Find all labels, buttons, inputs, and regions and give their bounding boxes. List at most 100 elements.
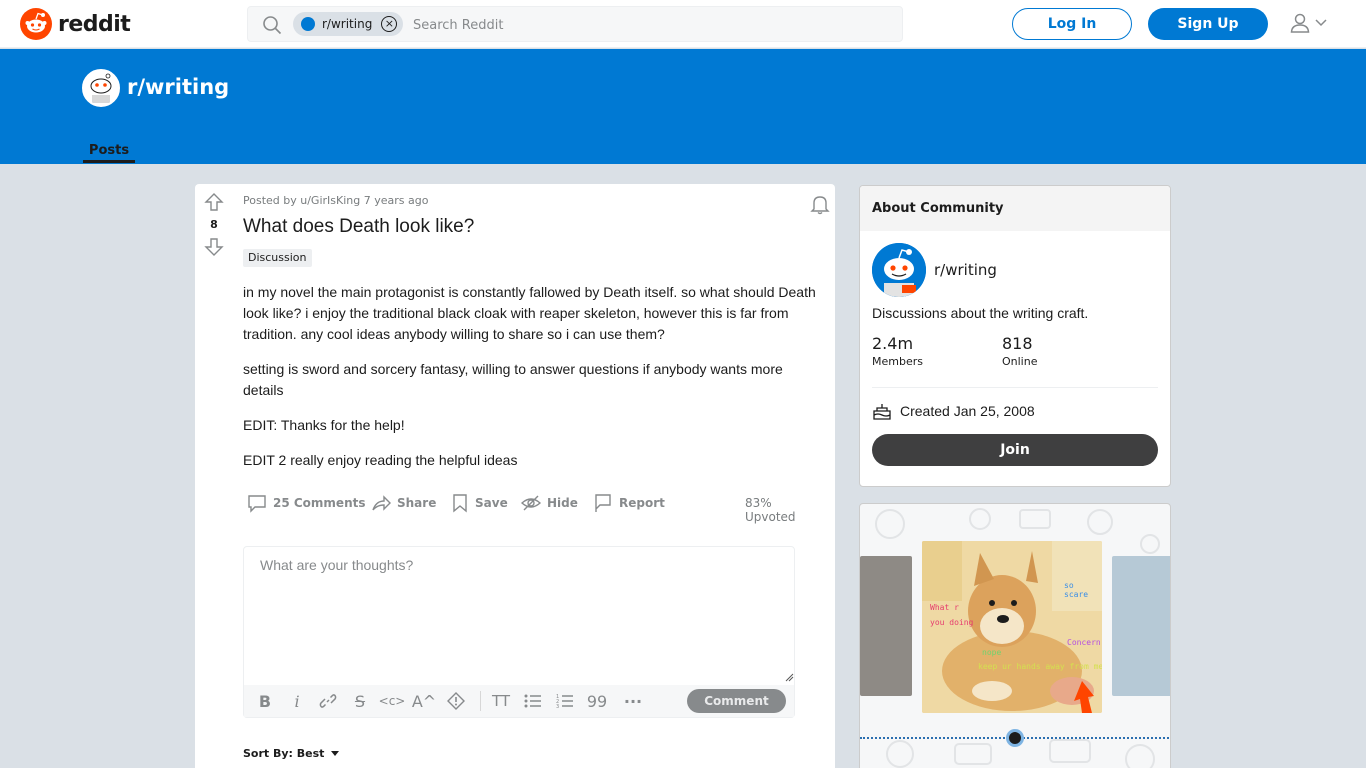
post-paragraph: in my novel the main protagonist is cons…	[243, 284, 816, 342]
post-actions: 25 Comments Share Save Hide Report 83% U…	[243, 490, 823, 524]
comment-textarea[interactable]	[244, 547, 794, 683]
meme-caption: you doing	[930, 618, 974, 627]
members-stat: 2.4m Members	[872, 334, 923, 368]
comment-icon	[247, 493, 267, 513]
community-name[interactable]: r/writing	[934, 261, 997, 279]
chevron-down-icon	[1315, 19, 1327, 27]
bookmark-icon	[451, 493, 469, 513]
reddit-logo[interactable]: reddit	[20, 8, 131, 40]
post-paragraph: EDIT 2 really enjoy reading the helpful …	[243, 452, 518, 468]
spoiler-icon[interactable]	[445, 690, 467, 712]
comments-label: 25 Comments	[273, 496, 366, 510]
strikethrough-icon[interactable]: S	[349, 690, 371, 712]
carousel-image-doge[interactable]: so scare What r you doing nope Concern k…	[922, 541, 1102, 713]
community-description: Discussions about the writing craft.	[872, 305, 1089, 321]
subreddit-chip-avatar	[301, 17, 315, 31]
online-stat: 818 Online	[1002, 334, 1037, 368]
user-menu-dropdown[interactable]	[1289, 12, 1327, 34]
svg-text:3: 3	[556, 704, 559, 709]
vote-count: 8	[210, 218, 218, 231]
inline-code-icon[interactable]: <c>	[379, 690, 406, 712]
post-flair[interactable]: Discussion	[243, 249, 312, 267]
search-icon	[262, 15, 282, 35]
carousel-image-left[interactable]	[860, 556, 912, 696]
superscript-icon[interactable]: A^	[412, 690, 436, 712]
upvote-ratio: 83% Upvoted	[745, 496, 796, 524]
about-heading: About Community	[860, 186, 1170, 231]
hide-button[interactable]: Hide	[521, 490, 578, 516]
bell-icon[interactable]	[809, 193, 831, 215]
signup-button[interactable]: Sign Up	[1148, 8, 1268, 40]
sort-dropdown[interactable]: Sort By: Best	[243, 747, 340, 760]
subreddit-avatar	[82, 69, 120, 107]
subreddit-banner: r/writing	[0, 49, 1366, 164]
search-bar[interactable]: r/writing ×	[247, 6, 903, 42]
hide-label: Hide	[547, 496, 578, 510]
meme-caption: What r	[930, 603, 959, 612]
snoo-icon	[20, 8, 52, 40]
post-card: 8 Posted by u/GirIsKing 7 years ago What…	[195, 184, 835, 768]
downvote-icon[interactable]	[204, 237, 224, 257]
post-body: in my novel the main protagonist is cons…	[243, 282, 825, 485]
caret-down-icon	[330, 750, 340, 757]
share-button[interactable]: Share	[371, 490, 436, 516]
post-meta: Posted by u/GirIsKing 7 years ago	[243, 194, 429, 207]
join-button[interactable]: Join	[872, 434, 1158, 466]
heading-icon[interactable]: TT	[490, 690, 512, 712]
comment-button[interactable]: Comment	[687, 689, 786, 713]
post-title[interactable]: What does Death look like?	[243, 216, 474, 238]
italic-icon[interactable]: i	[286, 690, 308, 712]
about-divider	[872, 387, 1158, 388]
created-label: Created Jan 25, 2008	[900, 403, 1035, 419]
members-label: Members	[872, 355, 923, 368]
eye-slash-icon	[521, 493, 541, 513]
search-input[interactable]	[413, 15, 883, 35]
subreddit-title: r/writing	[127, 75, 230, 99]
more-options-icon[interactable]: ···	[622, 690, 644, 712]
carousel-slider-handle[interactable]	[1006, 729, 1024, 747]
share-icon	[371, 493, 391, 513]
comment-toolbar: B i S <c> A^ TT 123 99 ··· Comment	[244, 685, 794, 717]
cake-icon	[872, 402, 892, 420]
bulleted-list-icon[interactable]	[522, 690, 544, 712]
members-count: 2.4m	[872, 334, 914, 353]
community-avatar	[872, 243, 926, 297]
carousel-image-right[interactable]	[1112, 556, 1170, 696]
toolbar-divider	[480, 691, 481, 711]
upvote-icon[interactable]	[204, 192, 224, 212]
save-button[interactable]: Save	[451, 490, 508, 516]
login-button[interactable]: Log In	[1012, 8, 1132, 40]
bold-icon[interactable]: B	[254, 690, 276, 712]
meme-caption: nope	[982, 648, 1002, 657]
post-paragraph: EDIT: Thanks for the help!	[243, 417, 405, 433]
tab-posts[interactable]: Posts	[83, 143, 135, 158]
search-subreddit-chip[interactable]: r/writing ×	[293, 12, 403, 36]
comments-button[interactable]: 25 Comments	[247, 490, 366, 516]
numbered-list-icon[interactable]: 123	[554, 690, 576, 712]
brand-wordmark: reddit	[58, 11, 131, 37]
report-button[interactable]: Report	[593, 490, 665, 516]
quote-icon[interactable]: 99	[586, 690, 608, 712]
save-label: Save	[475, 496, 508, 510]
report-label: Report	[619, 496, 665, 510]
vote-column: 8	[201, 192, 227, 257]
share-label: Share	[397, 496, 437, 510]
active-tab-indicator	[83, 160, 135, 163]
search-chip-label: r/writing	[322, 17, 373, 31]
sort-label: Sort By: Best	[243, 747, 325, 760]
online-count: 818	[1002, 334, 1033, 353]
flag-icon	[593, 493, 613, 513]
about-community-card: About Community r/writing Discussions ab…	[859, 185, 1171, 487]
created-date: Created Jan 25, 2008	[872, 402, 1035, 420]
meme-caption: Concern	[1067, 638, 1101, 647]
link-icon[interactable]	[317, 690, 339, 712]
meme-caption: so scare	[1064, 581, 1089, 599]
resize-grip-icon[interactable]	[785, 673, 794, 682]
user-icon	[1289, 12, 1311, 34]
post-paragraph: setting is sword and sorcery fantasy, wi…	[243, 361, 783, 398]
online-label: Online	[1002, 355, 1038, 368]
comment-editor: B i S <c> A^ TT 123 99 ··· Comment	[243, 546, 795, 718]
meme-caption: keep ur hands away from me	[978, 662, 1102, 671]
top-navbar: reddit r/writing × Log In Sign Up	[0, 0, 1366, 48]
close-icon[interactable]: ×	[381, 16, 398, 32]
